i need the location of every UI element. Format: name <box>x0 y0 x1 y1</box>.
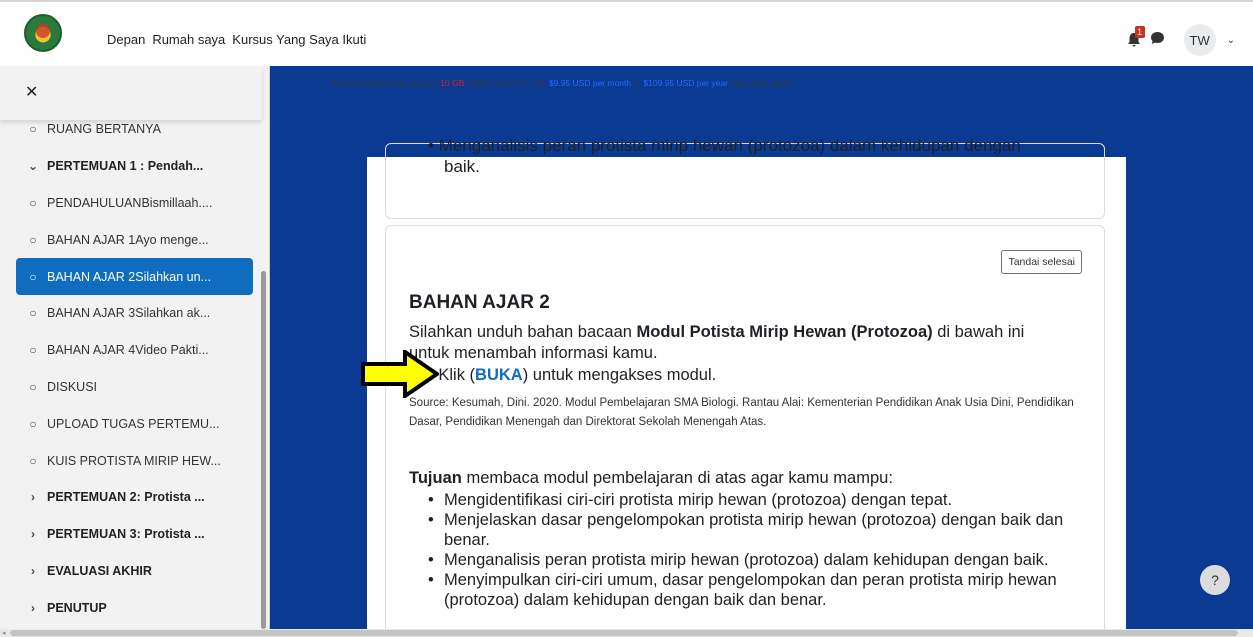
sidebar-item-label: PENDAHULUANBismillaah.... <box>47 195 213 210</box>
chevron-down-icon[interactable]: ⌄ <box>1227 35 1235 46</box>
notification-bell-icon[interactable]: 1 <box>1127 26 1145 48</box>
top-navbar: Depan Rumah saya Kursus Yang Saya Ikuti … <box>0 0 1253 66</box>
scroll-left-icon[interactable]: ◂ <box>2 629 6 637</box>
horizontal-scrollbar-thumb[interactable] <box>10 630 1238 636</box>
source-citation: Source: Kesumah, Dini. 2020. Modul Pembe… <box>409 397 1074 428</box>
sidebar-item-label: RUANG BERTANYA <box>47 122 161 137</box>
user-avatar[interactable]: TW <box>1183 24 1216 56</box>
previous-activity-card: • Menganalisis peran protista mirip hewa… <box>385 136 1105 219</box>
activity-circle-icon: ○ <box>29 416 37 431</box>
learning-goals-list: Mengidentifikasi ciri-ciri protista miri… <box>428 490 1078 610</box>
sidebar-item-label: BAHAN AJAR 4Video Pakti... <box>47 343 209 358</box>
sidebar-section[interactable]: ⌄ PERTEMUAN 1 : Pendah... <box>0 148 262 185</box>
horizontal-scrollbar[interactable]: ◂ <box>0 629 1253 637</box>
activity-circle-icon: ○ <box>29 195 37 210</box>
drawer-scrollbar[interactable] <box>261 271 266 629</box>
sidebar-item-label: DISKUSI <box>47 379 98 394</box>
prev-card-bullet-text-cont: baik. <box>444 157 480 176</box>
ad-text-or: or <box>631 78 644 88</box>
close-drawer-icon[interactable]: ✕ <box>25 82 38 102</box>
sidebar-item-label: UPLOAD TUGAS PERTEMU... <box>47 416 220 431</box>
mark-as-done-button[interactable]: Tandai selesai <box>1001 250 1082 274</box>
site-logo[interactable] <box>24 14 62 52</box>
sidebar-activity[interactable]: ○ BAHAN AJAR 3Silahkan ak... <box>0 295 262 332</box>
sidebar-section[interactable]: › PERTEMUAN 2: Protista ... <box>0 479 262 516</box>
activity-circle-icon: ○ <box>29 453 37 468</box>
primary-navigation: Depan Rumah saya Kursus Yang Saya Ikuti <box>107 32 366 47</box>
sidebar-item-label: PENUTUP <box>47 600 107 615</box>
nav-link-home[interactable]: Depan <box>107 32 145 47</box>
chevron-right-icon: › <box>31 600 35 615</box>
sidebar-item-label: PERTEMUAN 1 : Pendah... <box>47 159 204 174</box>
open-module-link[interactable]: BUKA <box>475 366 523 384</box>
sidebar-section[interactable]: › PERTEMUAN 3: Protista ... <box>0 516 262 553</box>
activity-circle-icon: ○ <box>29 232 37 247</box>
ad-text-part3: (plus local taxes) <box>727 78 795 88</box>
activity-circle-icon: ○ <box>29 306 37 321</box>
sidebar-activity[interactable]: ○ DISKUSI <box>0 369 262 406</box>
sidebar-activity-active[interactable]: ○ BAHAN AJAR 2Silahkan un... <box>16 258 253 295</box>
advertising-banner: Remove advertising and get 10 GB of disk… <box>332 78 794 88</box>
nav-link-dashboard[interactable]: Rumah saya <box>152 32 225 47</box>
sidebar-item-label: BAHAN AJAR 1Ayo menge... <box>47 232 209 247</box>
course-index-drawer: ✕ ○ RUANG BERTANYA ⌄ PERTEMUAN 1 : Pendah..… <box>0 66 270 629</box>
sidebar-activity[interactable]: ○ UPLOAD TUGAS PERTEMU... <box>0 405 262 442</box>
sidebar-section[interactable]: › EVALUASI AKHIR <box>0 553 262 590</box>
goal-item: Menyimpulkan ciri-ciri umum, dasar penge… <box>428 570 1078 610</box>
activity-circle-icon: ○ <box>29 343 37 358</box>
sidebar-item-label: BAHAN AJAR 3Silahkan ak... <box>47 306 211 321</box>
nav-link-my-courses[interactable]: Kursus Yang Saya Ikuti <box>232 32 366 47</box>
learning-goals-heading: Tujuan membaca modul pembelajaran di ata… <box>409 469 893 487</box>
course-index-list: ○ RUANG BERTANYA ⌄ PERTEMUAN 1 : Pendah... ○… <box>0 111 262 626</box>
drawer-header: ✕ <box>0 66 262 120</box>
activity-circle-icon: ○ <box>29 122 37 137</box>
activity-title: BAHAN AJAR 2 <box>409 292 550 313</box>
sidebar-section[interactable]: › PENUTUP <box>0 589 262 626</box>
activity-card-bahan-ajar-2: Tandai selesai BAHAN AJAR 2 Silahkan und… <box>361 225 1105 629</box>
activity-circle-icon: ○ <box>29 269 37 284</box>
chevron-right-icon: › <box>31 527 35 542</box>
sidebar-item-label: PERTEMUAN 3: Protista ... <box>47 527 205 542</box>
course-page: • Menganalisis peran protista mirip hewa… <box>361 136 1126 629</box>
activity-description: Silahkan unduh bahan bacaan Modul Potist… <box>409 323 1025 362</box>
chevron-down-icon: ⌄ <box>27 159 39 174</box>
sidebar-activity[interactable]: ○ KUIS PROTISTA MIRIP HEW... <box>0 442 262 479</box>
goal-item: Menganalisis peran protista mirip hewan … <box>428 550 1078 570</box>
ad-price-year-link[interactable]: $109.95 USD per year <box>643 78 728 88</box>
sidebar-item-label: PERTEMUAN 2: Protista ... <box>47 490 205 505</box>
sidebar-item-label: BAHAN AJAR 2Silahkan un... <box>47 269 211 284</box>
ad-text-part2: of disk space for only <box>464 78 549 88</box>
notification-count-badge: 1 <box>1134 26 1145 38</box>
chevron-right-icon: › <box>31 490 35 505</box>
sidebar-activity[interactable]: ○ PENDAHULUANBismillaah.... <box>0 185 262 222</box>
prev-card-bullet-text: • Menganalisis peran protista mirip hewa… <box>428 136 1021 155</box>
sidebar-item-label: KUIS PROTISTA MIRIP HEW... <box>47 453 221 468</box>
activity-circle-icon: ○ <box>29 379 37 394</box>
arrow-right-icon <box>361 350 439 398</box>
goal-item: Mengidentifikasi ciri-ciri protista miri… <box>428 490 1078 510</box>
sidebar-activity[interactable]: ○ BAHAN AJAR 4Video Pakti... <box>0 332 262 369</box>
goal-item: Menjelaskan dasar pengelompokan protista… <box>428 510 1078 550</box>
chevron-right-icon: › <box>31 563 35 578</box>
help-button[interactable]: ? <box>1200 565 1230 595</box>
main-content-area: Remove advertising and get 10 GB of disk… <box>270 66 1253 629</box>
open-module-instruction: • Klik (BUKA) untuk mengakses modul. <box>428 366 717 384</box>
ad-highlight: 10 GB <box>440 78 465 88</box>
sidebar-item-label: EVALUASI AKHIR <box>47 563 152 578</box>
ad-price-month-link[interactable]: $9.95 USD per month <box>549 78 631 88</box>
messages-icon[interactable] <box>1150 31 1165 50</box>
user-menu-area: 1 TW ⌄ <box>1127 24 1235 56</box>
ad-text-part1: Remove advertising and get <box>332 78 441 88</box>
sidebar-activity[interactable]: ○ BAHAN AJAR 1Ayo menge... <box>0 221 262 258</box>
